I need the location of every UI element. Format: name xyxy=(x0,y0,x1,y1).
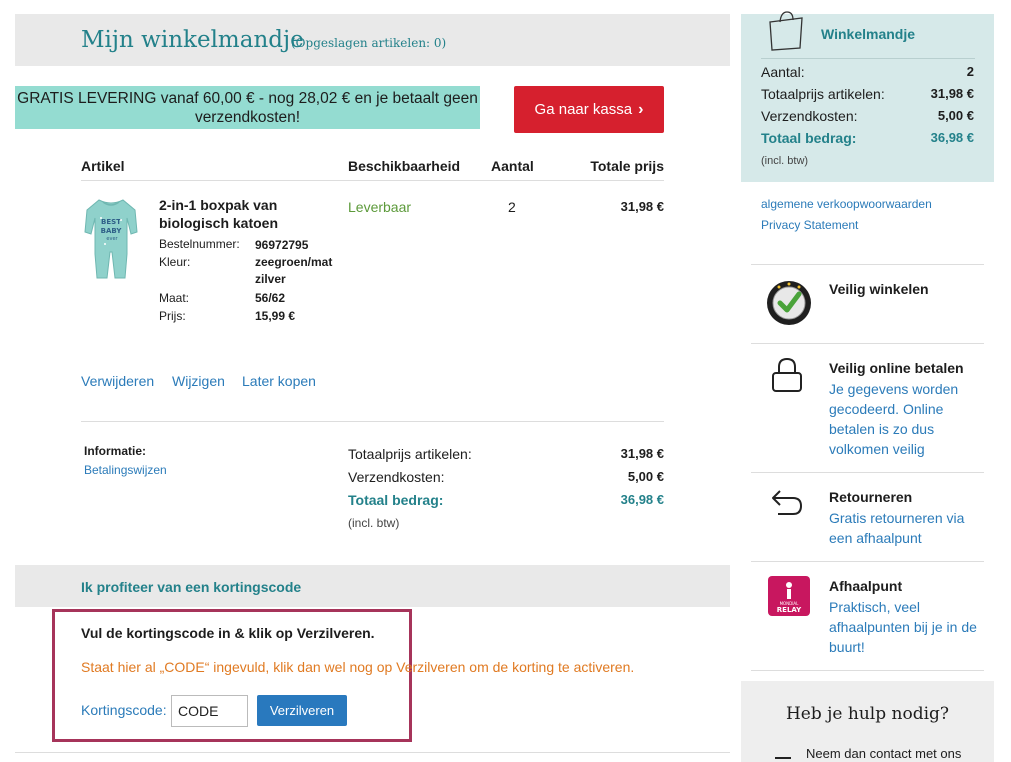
summary-shipping-label: Verzendkosten: xyxy=(761,108,858,124)
summary-shipping-value: 5,00 € xyxy=(937,108,974,123)
feature-title-pickup-point: Afhaalpunt xyxy=(829,578,903,594)
divider xyxy=(751,472,984,473)
checkout-button[interactable]: Ga naar kassa › xyxy=(514,86,664,133)
discount-hint: Staat hier al „CODE“ ingevuld, klik dan … xyxy=(81,659,635,675)
buy-later-link[interactable]: Later kopen xyxy=(242,373,316,389)
spec-value-order-number: 96972795 xyxy=(255,238,309,252)
feature-title-returns: Retourneren xyxy=(829,489,913,505)
baby-romper-image[interactable]: BEST BABY ever xyxy=(81,196,141,282)
column-header-availability: Beschikbaarheid xyxy=(348,158,461,174)
feature-title-safe-shopping: Veilig winkelen xyxy=(829,281,929,297)
help-text: Neem dan contact met ons xyxy=(806,746,962,761)
spec-value-price: 15,99 € xyxy=(255,309,296,323)
divider xyxy=(81,421,664,422)
feature-text-pickup-point: Praktisch, veel afhaalpunten bij je in d… xyxy=(829,599,977,655)
return-arrow-icon xyxy=(770,487,804,524)
summary-total-value: 36,98 € xyxy=(930,130,974,145)
help-title: Heb je hulp nodig? xyxy=(785,704,950,724)
column-header-quantity: Aantal xyxy=(491,158,534,174)
divider xyxy=(751,264,984,265)
feature-text-returns: Gratis retourneren via een afhaalpunt xyxy=(829,510,965,546)
svg-text:BEST: BEST xyxy=(101,218,121,226)
summary-vat-note: (incl. btw) xyxy=(761,155,809,167)
subtotal-value: 31,98 € xyxy=(620,446,664,461)
column-header-article: Artikel xyxy=(81,158,125,174)
svg-text:ever: ever xyxy=(106,236,118,242)
line-total-price: 31,98 € xyxy=(620,199,664,214)
vat-note: (incl. btw) xyxy=(348,516,400,530)
spec-label-size: Maat: xyxy=(159,291,190,305)
spec-value-color: zeegroen/mat zilver xyxy=(255,255,333,286)
free-shipping-banner: GRATIS LEVERING vanaf 60,00 € - nog 28,0… xyxy=(15,86,480,129)
discount-instruction: Vul de kortingscode in & klik op Verzilv… xyxy=(81,625,375,641)
discount-title: Ik profiteer van een kortingscode xyxy=(81,579,302,595)
feature-title-secure-payment: Veilig online betalen xyxy=(829,360,964,376)
product-name[interactable]: 2-in-1 boxpak van biologisch katoen xyxy=(159,196,299,232)
summary-qty-label: Aantal: xyxy=(761,64,805,80)
divider xyxy=(751,561,984,562)
safety-seal-icon xyxy=(765,279,813,332)
summary-subtotal-label: Totaalprijs artikelen: xyxy=(761,86,885,102)
shipping-value: 5,00 € xyxy=(627,469,664,484)
quantity-value: 2 xyxy=(508,199,516,215)
summary-title: Winkelmandje xyxy=(821,26,916,42)
discount-code-input[interactable] xyxy=(171,695,248,727)
redeem-button[interactable]: Verzilveren xyxy=(257,695,347,726)
summary-total-label: Totaal bedrag: xyxy=(761,130,857,146)
divider xyxy=(81,180,664,181)
terms-link[interactable]: algemene verkoopwoorwaarden xyxy=(761,197,932,211)
shopping-bag-icon xyxy=(766,10,806,52)
column-header-total: Totale prijs xyxy=(590,158,664,174)
privacy-link[interactable]: Privacy Statement xyxy=(761,218,858,232)
remove-link[interactable]: Verwijderen xyxy=(81,373,154,389)
discount-code-label: Kortingscode: xyxy=(81,702,167,718)
payment-methods-link[interactable]: Betalingswijzen xyxy=(84,463,167,477)
checkout-button-label: Ga naar kassa xyxy=(534,101,633,118)
saved-items-count: (Opgeslagen artikelen: 0) xyxy=(291,36,447,50)
lock-icon xyxy=(770,357,804,398)
mondial-relay-icon: MONDIAL RELAY xyxy=(768,576,810,621)
summary-subtotal-value: 31,98 € xyxy=(930,86,974,101)
spec-label-price: Prijs: xyxy=(159,309,186,323)
page-title: Mijn winkelmandje xyxy=(81,27,304,53)
divider xyxy=(761,58,975,59)
availability-status: Leverbaar xyxy=(348,199,412,215)
feature-text-secure-payment: Je gegevens worden gecodeerd. Online bet… xyxy=(829,381,959,457)
contact-icon xyxy=(773,753,793,762)
svg-text:BABY: BABY xyxy=(101,227,123,235)
total-value: 36,98 € xyxy=(620,492,664,507)
summary-qty-value: 2 xyxy=(966,64,974,79)
change-link[interactable]: Wijzigen xyxy=(172,373,225,389)
divider xyxy=(751,670,984,671)
subtotal-label: Totaalprijs artikelen: xyxy=(348,446,472,462)
svg-text:RELAY: RELAY xyxy=(777,606,802,614)
spec-label-order-number: Bestelnummer: xyxy=(159,237,240,251)
spec-label-color: Kleur: xyxy=(159,255,191,269)
chevron-right-icon: › xyxy=(638,100,644,118)
info-label: Informatie: xyxy=(84,444,147,458)
shipping-label: Verzendkosten: xyxy=(348,469,445,485)
divider xyxy=(751,343,984,344)
total-label: Totaal bedrag: xyxy=(348,492,444,508)
spec-value-size: 56/62 xyxy=(255,291,286,305)
divider xyxy=(15,752,730,753)
